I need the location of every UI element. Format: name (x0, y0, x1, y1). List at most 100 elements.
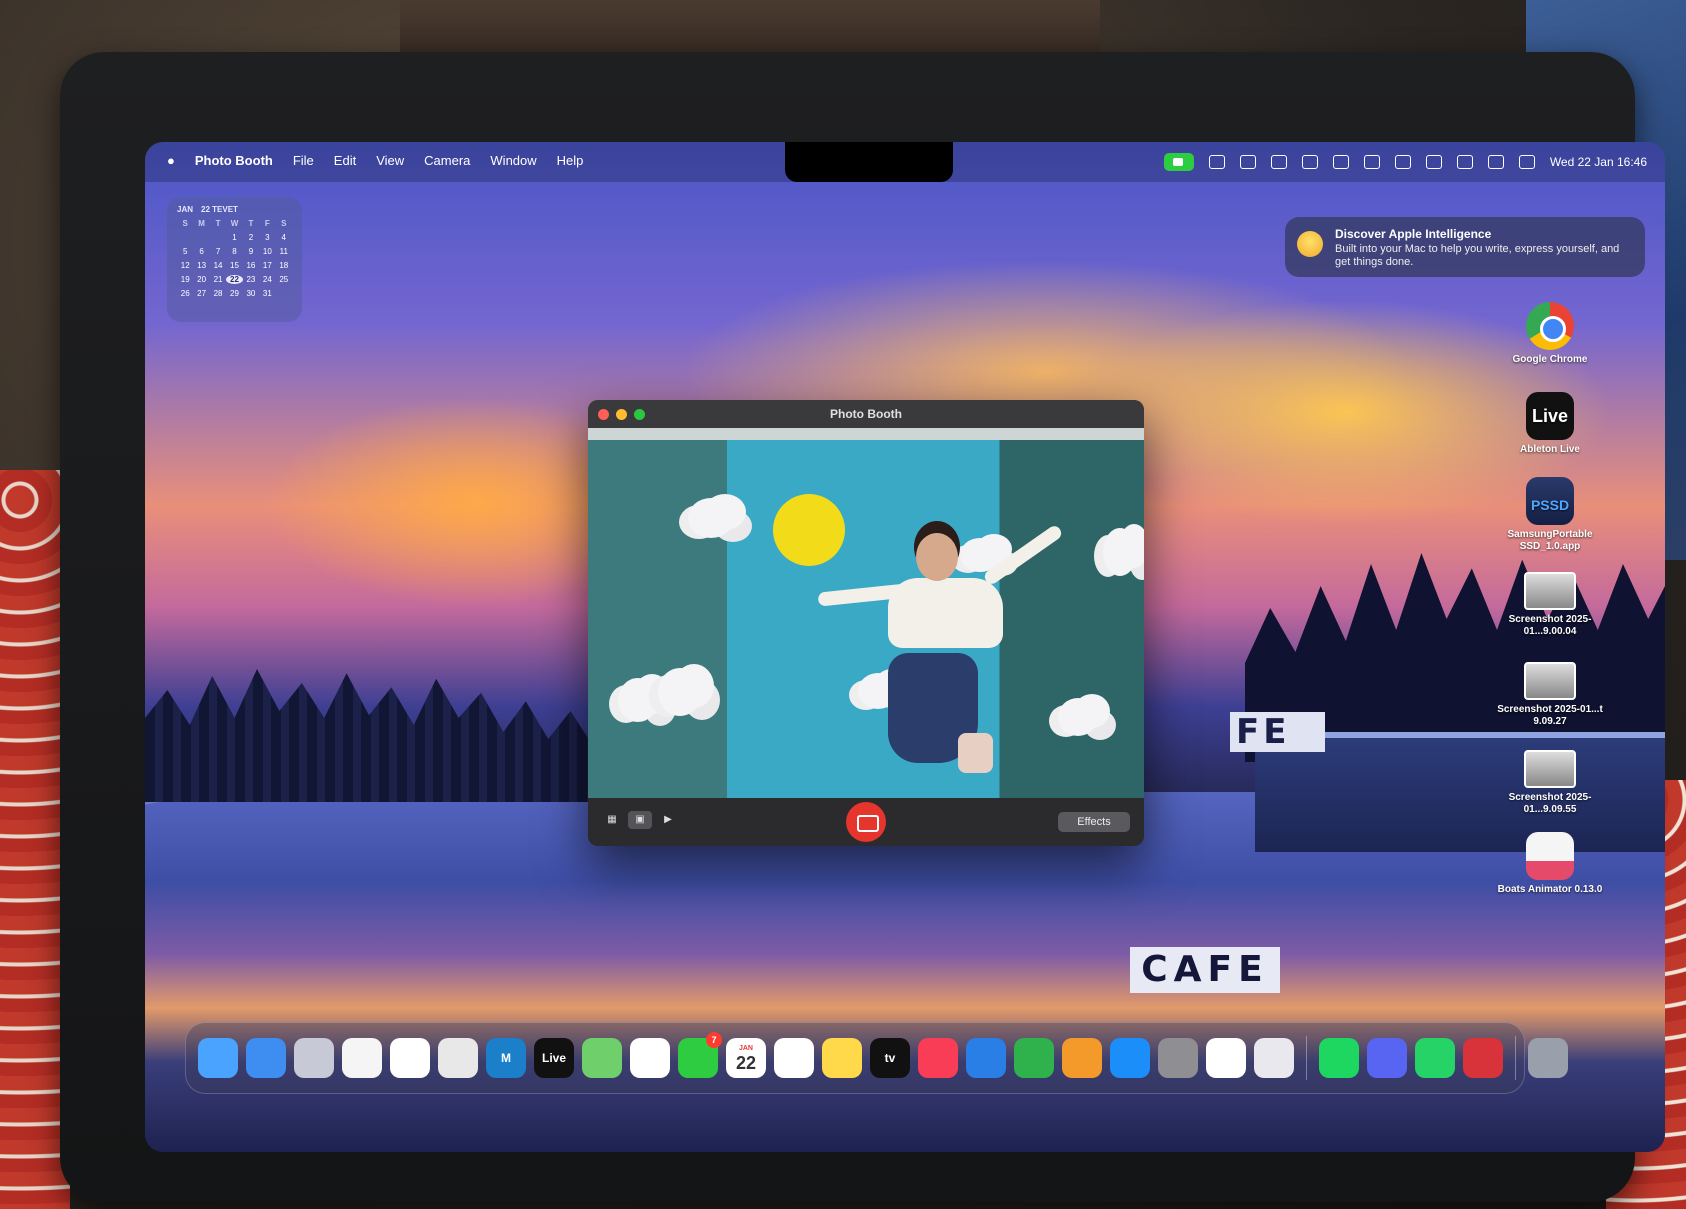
camera-preview (588, 428, 1144, 798)
dock-music-icon[interactable] (918, 1038, 958, 1078)
dock-mail-icon[interactable] (246, 1038, 286, 1078)
dock-separator (1515, 1036, 1516, 1080)
desktop-icon-samsung-ssd[interactable]: PSSD SamsungPortable SSD_1.0.app (1495, 477, 1605, 553)
dock-launchpad-icon[interactable] (294, 1038, 334, 1078)
calendar-day (276, 289, 292, 298)
dock-app-store-icon[interactable] (1110, 1038, 1150, 1078)
dock-calendar-icon[interactable]: JAN 22 (726, 1038, 766, 1078)
calendar-day: 17 (262, 261, 272, 270)
fullscreen-button[interactable] (634, 409, 645, 420)
desktop-icon-label: Screenshot 2025-01...t 9.09.27 (1497, 704, 1603, 727)
person-feet (958, 733, 993, 773)
display-icon[interactable] (1301, 155, 1318, 169)
dock-discord-icon[interactable] (1367, 1038, 1407, 1078)
desktop-icon-ableton[interactable]: Live Ableton Live (1495, 392, 1605, 456)
dock-photo-booth-icon[interactable] (1463, 1038, 1503, 1078)
notification-apple-intelligence[interactable]: Discover Apple Intelligence Built into y… (1285, 217, 1645, 277)
video-view-icon[interactable]: ▶ (656, 811, 680, 829)
search-icon[interactable] (1487, 155, 1504, 169)
shield-icon[interactable] (1239, 155, 1256, 169)
menu-clock[interactable]: Wed 22 Jan 16:46 (1550, 155, 1647, 169)
desktop-icon-screenshot-2[interactable]: Screenshot 2025-01...t 9.09.27 (1495, 662, 1605, 728)
window-titlebar[interactable]: Photo Booth (588, 400, 1144, 428)
camera-in-use-icon[interactable] (1163, 153, 1194, 171)
calendar-day: 27 (197, 289, 207, 298)
menu-help[interactable]: Help (557, 153, 584, 168)
calendar-day: 6 (199, 247, 204, 256)
dock-iphone-mirroring-icon[interactable] (1254, 1038, 1294, 1078)
dock-finder-icon[interactable] (198, 1038, 238, 1078)
calendar-day: 26 (180, 289, 190, 298)
input-source-icon[interactable] (1425, 155, 1442, 169)
dock-notes-icon[interactable] (822, 1038, 862, 1078)
user-icon[interactable] (1394, 155, 1411, 169)
wifi-icon[interactable] (1456, 155, 1473, 169)
dock-maps-icon[interactable] (582, 1038, 622, 1078)
dock-maya-icon[interactable]: M (486, 1038, 526, 1078)
dock-keynote-icon[interactable] (966, 1038, 1006, 1078)
notification-badge: 7 (706, 1032, 722, 1048)
laptop-frame: FE CAFE ● Photo Booth File Edit View Cam… (60, 52, 1665, 1202)
menu-view[interactable]: View (376, 153, 404, 168)
minimize-button[interactable] (616, 409, 627, 420)
dock-zbrush-icon[interactable] (438, 1038, 478, 1078)
dock-chrome-icon[interactable] (390, 1038, 430, 1078)
dock-shortcuts-icon[interactable] (1206, 1038, 1246, 1078)
calendar-day: 1 (232, 233, 237, 242)
dock-spotify-icon[interactable] (1319, 1038, 1359, 1078)
desktop-icon-chrome[interactable]: Google Chrome (1495, 302, 1605, 366)
dock-reminders-icon[interactable] (774, 1038, 814, 1078)
effects-button[interactable]: Effects (1058, 812, 1130, 832)
creative-cloud-icon[interactable] (1208, 155, 1225, 169)
calendar-day: 12 (180, 261, 190, 270)
app-menu[interactable]: Photo Booth (195, 153, 273, 168)
calendar-day: 13 (197, 261, 207, 270)
desktop-icon-boats-animator[interactable]: Boats Animator 0.13.0 (1495, 832, 1605, 896)
desktop-icon-label: Google Chrome (1512, 354, 1588, 365)
menu-edit[interactable]: Edit (334, 153, 356, 168)
mute-icon[interactable] (1332, 155, 1349, 169)
menu-window[interactable]: Window (490, 153, 536, 168)
dock-icon-glyph: tv (884, 1051, 896, 1065)
dock-apple-tv-icon[interactable]: tv (870, 1038, 910, 1078)
dock-system-settings-icon[interactable] (1158, 1038, 1198, 1078)
calendar-day: 23 (246, 275, 256, 284)
window-title: Photo Booth (830, 407, 902, 421)
photo-booth-toolbar: ▦ ▣ ▶ Effects (588, 798, 1144, 846)
dock-numbers-icon[interactable] (1014, 1038, 1054, 1078)
battery-icon[interactable] (1363, 155, 1380, 169)
calendar-day: 11 (279, 247, 288, 256)
take-photo-button[interactable] (846, 802, 886, 842)
notification-body: Built into your Mac to help you write, e… (1335, 243, 1620, 268)
photo-booth-window[interactable]: Photo Booth ▦ ▣ ▶ Effects (588, 400, 1144, 846)
desktop-icon-screenshot-3[interactable]: Screenshot 2025-01...9.09.55 (1495, 750, 1605, 816)
calendar-weekday: M (198, 219, 205, 228)
dock-freeform-icon[interactable] (342, 1038, 382, 1078)
calendar-day (193, 233, 209, 242)
calendar-day: 22 (226, 275, 243, 284)
calendar-day: 28 (213, 289, 223, 298)
single-photo-view-icon[interactable]: ▣ (628, 811, 652, 829)
calendar-widget[interactable]: JAN 22 TEVET S M T W T F S 1 2 3 4 5 6 7 8 9 10 11 12 13 14 1… (167, 197, 302, 322)
grid-view-icon[interactable]: ▦ (600, 811, 624, 829)
calendar-day: 3 (265, 233, 270, 242)
menu-file[interactable]: File (293, 153, 314, 168)
menu-camera[interactable]: Camera (424, 153, 470, 168)
boats-animator-icon (1526, 832, 1574, 880)
calendar-day: 14 (213, 261, 223, 270)
dock-trash-icon[interactable] (1528, 1038, 1568, 1078)
dock-photos-icon[interactable] (630, 1038, 670, 1078)
close-button[interactable] (598, 409, 609, 420)
apple-menu-icon[interactable]: ● (167, 153, 175, 168)
dock-pages-icon[interactable] (1062, 1038, 1102, 1078)
calendar-day: 18 (279, 261, 289, 270)
menu-bar: ● Photo Booth File Edit View Camera Wind… (145, 142, 1665, 182)
dock-ableton-live-icon[interactable]: Live (534, 1038, 574, 1078)
calendar-day: 21 (213, 275, 223, 284)
desktop-icon-screenshot-1[interactable]: Screenshot 2025-01...9.00.04 (1495, 572, 1605, 638)
calendar-weekday: F (264, 219, 270, 228)
dock-facetime-icon[interactable]: 7 (678, 1032, 722, 1078)
record-icon[interactable] (1270, 155, 1287, 169)
dock-whatsapp-icon[interactable] (1415, 1038, 1455, 1078)
control-center-icon[interactable] (1518, 155, 1535, 169)
